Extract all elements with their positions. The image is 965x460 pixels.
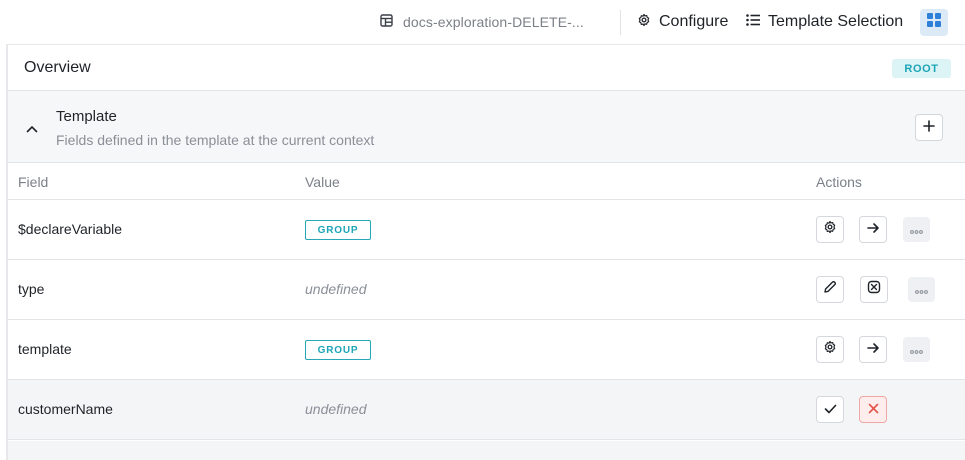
navigate-button[interactable] [859,336,887,363]
section-title: Template [56,108,117,125]
divider [620,10,621,35]
page-title: Overview [24,59,91,76]
settings-button[interactable] [816,216,844,243]
main-panel: Overview ROOT Template Fields defined in… [6,44,965,460]
field-name: customerName [18,401,113,417]
more-icon [915,281,928,299]
list-icon [746,13,760,31]
variable-button[interactable] [860,276,888,303]
field-name: template [18,341,72,357]
configure-label: Configure [659,13,729,30]
overview-header: Overview ROOT [8,45,965,91]
document-title-button[interactable]: docs-exploration-DELETE-... [380,0,584,44]
edit-button[interactable] [816,276,844,303]
template-selection-button[interactable]: Template Selection [746,0,903,44]
value-column-header: Value [305,174,340,190]
settings-button[interactable] [816,336,844,363]
field-value: undefined [305,401,367,417]
arrow-right-icon [866,221,880,239]
more-icon [910,221,923,239]
grid-view-button[interactable] [920,9,948,36]
table-row: $declareVariable GROUP [8,200,965,260]
top-bar: docs-exploration-DELETE-... Configure Te… [0,0,965,44]
template-section-header[interactable]: Template Fields defined in the template … [8,91,965,163]
table-row: template GROUP [8,320,965,380]
template-selection-label: Template Selection [768,13,904,30]
section-subtitle: Fields defined in the template at the cu… [56,132,375,148]
group-badge: GROUP [305,340,371,360]
field-value: undefined [305,281,367,297]
more-button[interactable] [903,217,930,242]
more-icon [910,341,923,359]
field-name: $declareVariable [18,221,123,237]
x-icon [868,401,879,419]
cancel-button[interactable] [859,396,887,423]
navigate-button[interactable] [859,216,887,243]
layout-icon [380,14,393,30]
gear-icon [823,220,837,239]
gear-icon [637,13,651,32]
table-row: type undefined [8,260,965,320]
plus-icon [923,119,935,137]
table-footer [8,441,965,460]
grid-icon [927,13,941,32]
table-header: Field Value Actions [8,163,965,200]
pencil-icon [823,280,837,299]
variable-icon [867,280,881,299]
field-name: type [18,281,45,297]
gear-icon [823,340,837,359]
document-title: docs-exploration-DELETE-... [403,14,584,30]
more-button[interactable] [908,277,935,302]
actions-column-header: Actions [816,174,862,190]
chevron-up-icon[interactable] [26,120,38,138]
confirm-button[interactable] [816,396,844,423]
more-button[interactable] [903,337,930,362]
root-badge: ROOT [892,59,951,78]
add-field-button[interactable] [915,114,943,141]
check-icon [824,401,837,419]
table-row-editing: customerName undefined [8,380,965,440]
configure-button[interactable]: Configure [637,0,728,44]
field-column-header: Field [18,174,49,190]
group-badge: GROUP [305,220,371,240]
arrow-right-icon [866,341,880,359]
